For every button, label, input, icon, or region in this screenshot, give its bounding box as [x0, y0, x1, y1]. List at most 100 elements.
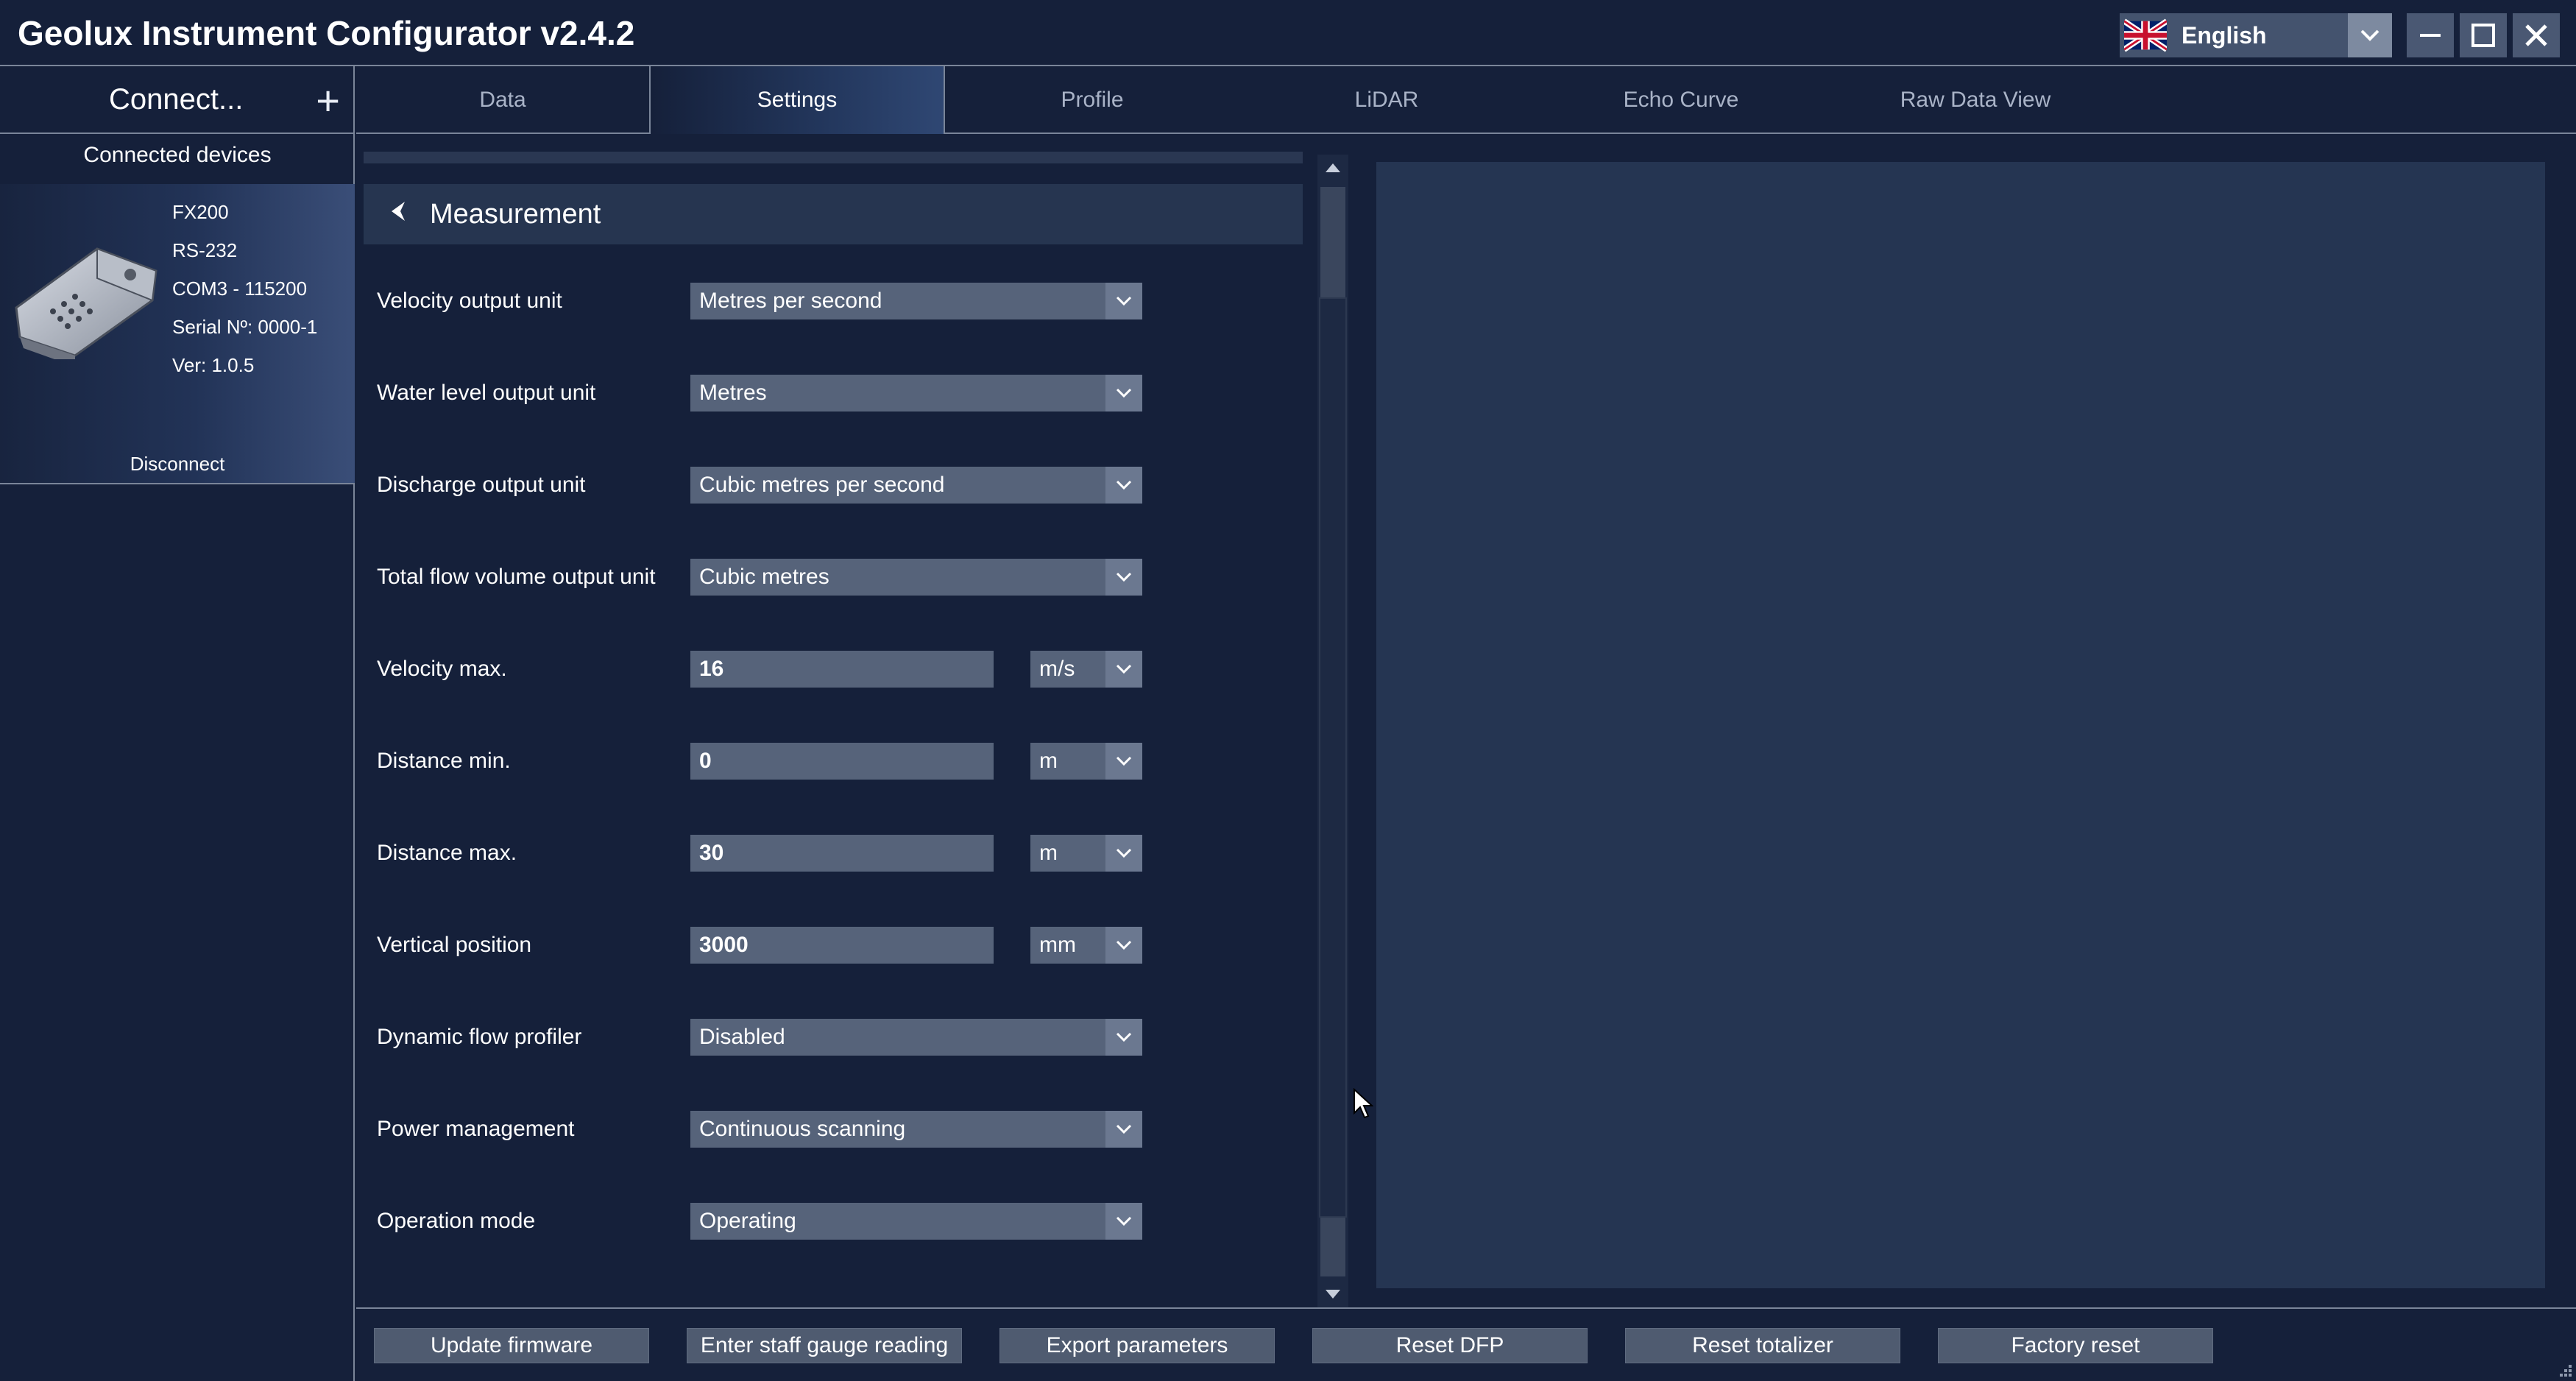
setting-row-distance-max: Distance max. 30 m	[356, 835, 1306, 876]
device-card[interactable]: FX200 RS-232 COM3 - 115200 Serial Nº: 00…	[0, 184, 355, 484]
device-image	[15, 247, 158, 359]
distance-min-unit-select[interactable]: m	[1030, 743, 1142, 780]
device-serial: Serial Nº: 0000-1	[172, 316, 318, 338]
select-value: Continuous scanning	[699, 1117, 906, 1141]
setting-label: Discharge output unit	[377, 473, 586, 497]
unit-value: m/s	[1039, 657, 1075, 681]
settings-panel: Measurement Velocity output unit Metres …	[356, 135, 1350, 1306]
input-value: 16	[699, 657, 724, 681]
title-bar: Geolux Instrument Configurator v2.4.2 En…	[0, 0, 2576, 66]
scroll-down-arrow-icon[interactable]	[1317, 1281, 1348, 1307]
setting-row-total-flow-volume-output-unit: Total flow volume output unit Cubic metr…	[356, 559, 1306, 600]
setting-row-distance-min: Distance min. 0 m	[356, 743, 1306, 784]
setting-label: Water level output unit	[377, 381, 596, 405]
chevron-down-icon[interactable]	[1105, 1203, 1142, 1240]
select-value: Cubic metres	[699, 565, 829, 589]
velocity-max-input[interactable]: 16	[690, 651, 994, 688]
tab-data[interactable]: Data	[356, 66, 651, 134]
distance-min-input[interactable]: 0	[690, 743, 994, 780]
close-button[interactable]	[2513, 13, 2560, 57]
add-connection-icon[interactable]: +	[316, 77, 340, 124]
tab-lidar[interactable]: LiDAR	[1239, 66, 1534, 134]
chevron-down-icon[interactable]	[1105, 559, 1142, 596]
scroll-track[interactable]	[1319, 297, 1347, 1218]
scroll-thumb[interactable]	[1320, 187, 1345, 297]
setting-row-water-level-output-unit: Water level output unit Metres	[356, 375, 1306, 416]
device-version: Ver: 1.0.5	[172, 354, 255, 376]
chevron-down-icon[interactable]	[1105, 375, 1142, 412]
settings-scrollbar[interactable]	[1317, 155, 1348, 1307]
unit-value: m	[1039, 841, 1058, 865]
chevron-down-icon[interactable]	[1105, 835, 1142, 872]
maximize-icon	[2471, 24, 2495, 47]
velocity-max-unit-select[interactable]: m/s	[1030, 651, 1142, 688]
chevron-down-icon[interactable]	[2348, 13, 2392, 57]
disconnect-button[interactable]: Disconnect	[0, 453, 355, 476]
dynamic-flow-profiler-select[interactable]: Disabled	[690, 1019, 1142, 1056]
factory-reset-button[interactable]: Factory reset	[1938, 1328, 2213, 1363]
total-flow-unit-select[interactable]: Cubic metres	[690, 559, 1142, 596]
setting-label: Dynamic flow profiler	[377, 1025, 582, 1049]
maximize-button[interactable]	[2460, 13, 2507, 57]
input-value: 30	[699, 841, 724, 865]
close-icon	[2525, 24, 2547, 46]
preview-panel	[1376, 162, 2545, 1288]
operation-mode-select[interactable]: Operating	[690, 1203, 1142, 1240]
unit-value: m	[1039, 749, 1058, 773]
discharge-unit-select[interactable]: Cubic metres per second	[690, 467, 1142, 504]
collapsed-section-strip	[364, 152, 1303, 163]
tab-profile[interactable]: Profile	[945, 66, 1239, 134]
power-management-select[interactable]: Continuous scanning	[690, 1111, 1142, 1148]
select-value: Disabled	[699, 1025, 785, 1049]
chevron-down-icon[interactable]	[1105, 743, 1142, 780]
setting-row-dynamic-flow-profiler: Dynamic flow profiler Disabled	[356, 1019, 1306, 1060]
uk-flag-icon	[2124, 18, 2167, 52]
tab-raw-data-view[interactable]: Raw Data View	[1828, 66, 2123, 134]
update-firmware-button[interactable]: Update firmware	[374, 1328, 649, 1363]
export-parameters-button[interactable]: Export parameters	[999, 1328, 1275, 1363]
device-interface: RS-232	[172, 239, 238, 261]
connected-devices-heading: Connected devices	[83, 143, 272, 167]
chevron-down-icon[interactable]	[1105, 1019, 1142, 1056]
resize-grip-icon[interactable]	[2550, 1354, 2573, 1378]
chevron-down-icon[interactable]	[1105, 283, 1142, 319]
tab-echo-curve[interactable]: Echo Curve	[1534, 66, 1828, 134]
setting-label: Velocity output unit	[377, 289, 562, 313]
scroll-thumb-end[interactable]	[1320, 1218, 1345, 1276]
vertical-position-input[interactable]: 3000	[690, 927, 994, 964]
unit-value: mm	[1039, 933, 1076, 957]
setting-label: Velocity max.	[377, 657, 507, 681]
setting-row-velocity-max: Velocity max. 16 m/s	[356, 651, 1306, 692]
select-value: Metres per second	[699, 289, 882, 313]
scroll-up-arrow-icon[interactable]	[1317, 155, 1348, 181]
app-window: Geolux Instrument Configurator v2.4.2 En…	[0, 0, 2576, 1381]
chevron-down-icon[interactable]	[1105, 1111, 1142, 1148]
device-info: FX200 RS-232 COM3 - 115200 Serial Nº: 00…	[172, 193, 317, 384]
connect-label: Connect...	[109, 82, 244, 116]
enter-staff-gauge-reading-button[interactable]: Enter staff gauge reading	[687, 1328, 962, 1363]
chevron-left-icon	[389, 200, 408, 229]
section-title: Measurement	[430, 198, 601, 230]
reset-dfp-button[interactable]: Reset DFP	[1312, 1328, 1588, 1363]
tab-settings[interactable]: Settings	[651, 66, 945, 134]
setting-label: Operation mode	[377, 1209, 536, 1233]
water-level-unit-select[interactable]: Metres	[690, 375, 1142, 412]
chevron-down-icon[interactable]	[1105, 651, 1142, 688]
setting-row-vertical-position: Vertical position 3000 mm	[356, 927, 1306, 968]
input-value: 3000	[699, 933, 749, 957]
measurement-section-header[interactable]: Measurement	[364, 184, 1303, 244]
distance-max-unit-select[interactable]: m	[1030, 835, 1142, 872]
distance-max-input[interactable]: 30	[690, 835, 994, 872]
chevron-down-icon[interactable]	[1105, 927, 1142, 964]
minimize-button[interactable]	[2407, 13, 2454, 57]
minimize-icon	[2420, 34, 2441, 37]
reset-totalizer-button[interactable]: Reset totalizer	[1625, 1328, 1900, 1363]
language-select[interactable]: English	[2120, 13, 2392, 57]
setting-row-velocity-output-unit: Velocity output unit Metres per second	[356, 283, 1306, 324]
select-value: Cubic metres per second	[699, 473, 945, 497]
setting-label: Power management	[377, 1117, 575, 1141]
vertical-position-unit-select[interactable]: mm	[1030, 927, 1142, 964]
velocity-unit-select[interactable]: Metres per second	[690, 283, 1142, 319]
connect-button[interactable]: Connect... +	[0, 66, 355, 134]
chevron-down-icon[interactable]	[1105, 467, 1142, 504]
